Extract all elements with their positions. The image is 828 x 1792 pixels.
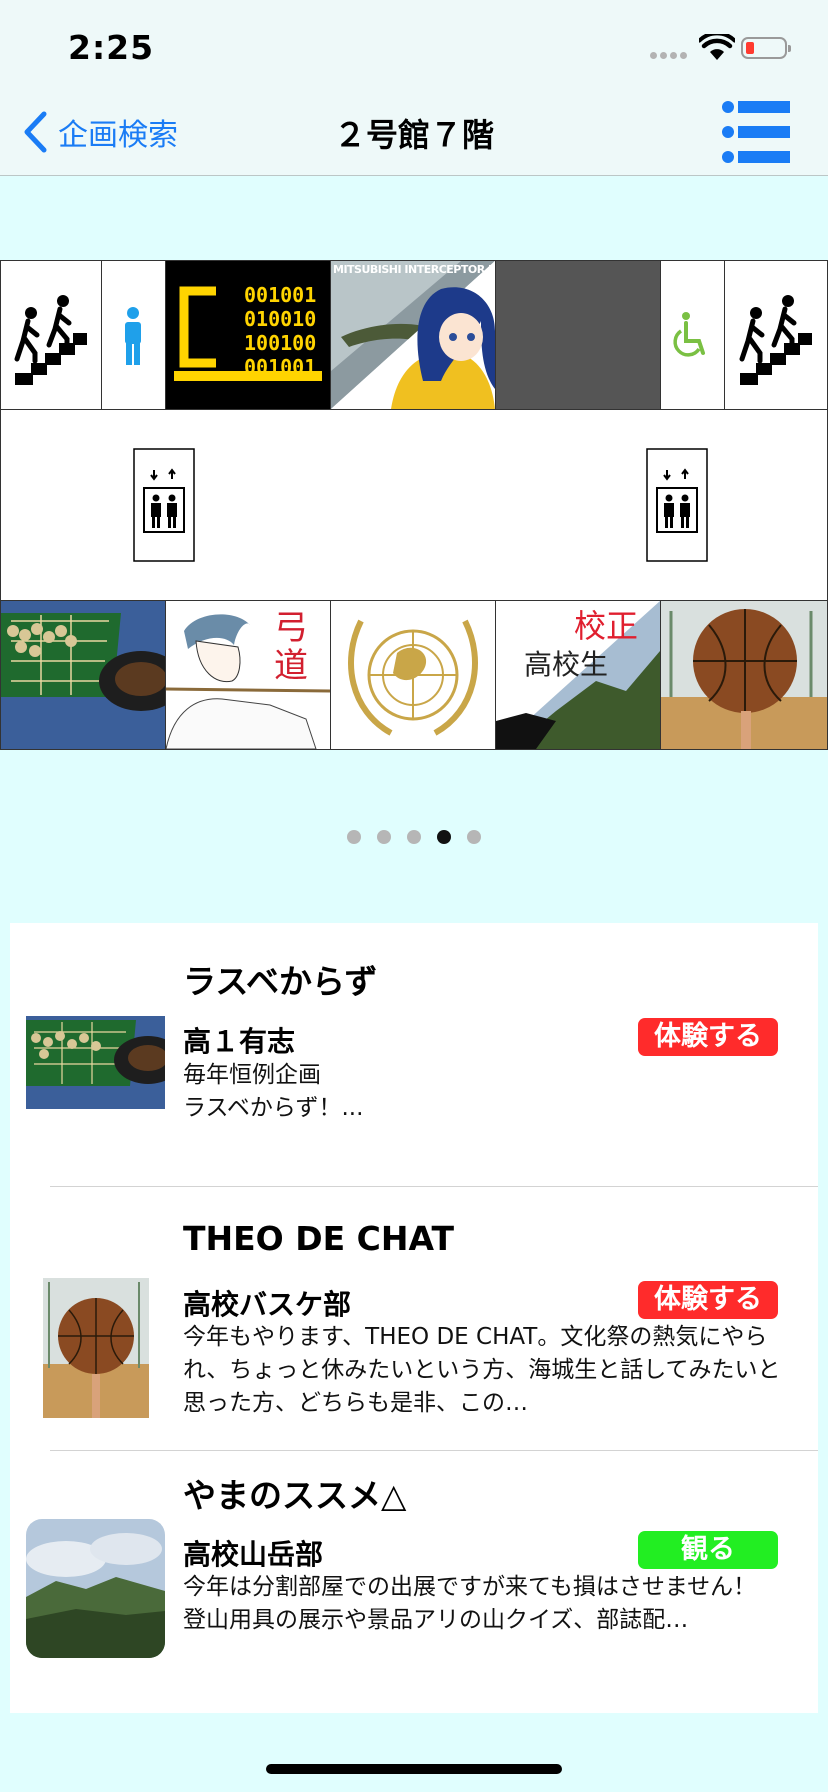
kousei-text: 校正 <box>574 607 639 645</box>
elevator-icon <box>646 448 708 562</box>
page-dot-active[interactable] <box>437 830 451 844</box>
event-thumbnail <box>43 1278 149 1418</box>
navigation-bar: 企画検索 ２号館７階 <box>0 88 828 176</box>
stairs-cell-left <box>0 260 102 410</box>
cellular-signal-icon <box>650 52 690 62</box>
restroom-cell <box>101 260 166 410</box>
stairs-icon <box>14 295 87 385</box>
list-item[interactable]: THEO DE CHAT 高校バスケ部 体験する 今年もやります、THEO DE… <box>10 1187 818 1449</box>
page-dot[interactable] <box>347 830 361 844</box>
poster-caption: MITSUBISHI INTERCEPTOR RAIDEN <box>333 263 496 276</box>
page-indicator[interactable] <box>0 830 828 850</box>
corridor <box>0 409 828 601</box>
accessible-restroom-cell <box>660 260 725 410</box>
event-thumbnail <box>26 1519 165 1658</box>
basketball-room-cell[interactable] <box>660 600 828 750</box>
event-organizer: 高１有志 <box>183 1025 296 1058</box>
stairs-icon <box>739 295 812 385</box>
battery-icon <box>741 37 791 59</box>
floor-map: 001001 010010 100100 001001 MITSUBISHI I… <box>0 260 828 750</box>
elevator-icon <box>133 448 195 562</box>
casino-room-cell[interactable] <box>0 600 166 750</box>
home-indicator[interactable] <box>266 1764 562 1774</box>
binary-text: 010010 <box>244 307 317 331</box>
basketball-thumbnail-image <box>43 1278 149 1418</box>
event-description: 今年もやります、THEO DE CHAT。文化祭の熱気にやられ、ちょっと休みたい… <box>183 1324 781 1416</box>
event-title: THEO DE CHAT <box>183 1219 454 1258</box>
stairs-cell-right <box>724 260 828 410</box>
list-menu-icon[interactable] <box>722 101 790 163</box>
event-list: ラスベからず 高１有志 体験する 毎年恒例企画 ラスベからず！... THEO … <box>10 923 818 1713</box>
un-emblem-icon <box>348 619 478 736</box>
event-organizer: 高校山岳部 <box>183 1538 324 1571</box>
watch-badge: 観る <box>638 1531 778 1569</box>
un-room-cell[interactable] <box>330 600 496 750</box>
kyudo-room-cell[interactable]: 弓 道 <box>165 600 331 750</box>
event-title: ラスベからず <box>183 962 378 1001</box>
mountain-kousei-cell[interactable]: 校正 高校生 <box>495 600 661 750</box>
binary-text: 001001 <box>244 355 317 379</box>
event-title: やまのススメ△ <box>183 1476 407 1515</box>
event-thumbnail <box>26 1016 165 1109</box>
list-item[interactable]: ラスベからず 高１有志 体験する 毎年恒例企画 ラスベからず！... <box>10 923 818 1185</box>
experience-badge: 体験する <box>638 1281 778 1319</box>
binary-text: 100100 <box>244 331 317 355</box>
computer-room-cell[interactable]: 001001 010010 100100 001001 <box>165 260 331 410</box>
wheelchair-icon <box>673 312 705 357</box>
page-title: ２号館７階 <box>333 116 494 154</box>
kyudo-text: 道 <box>274 646 308 686</box>
kyudo-text: 弓 <box>274 608 308 648</box>
event-organizer: 高校バスケ部 <box>183 1288 352 1321</box>
kousei-subtext: 高校生 <box>524 648 609 681</box>
experience-badge: 体験する <box>638 1018 778 1056</box>
status-time: 2:25 <box>68 28 155 67</box>
status-bar: 2:25 <box>0 0 828 88</box>
binary-text: 001001 <box>244 283 317 307</box>
dark-room-cell <box>495 260 661 410</box>
male-restroom-icon <box>125 307 141 365</box>
wifi-icon <box>699 34 735 60</box>
roulette-image <box>1 601 165 749</box>
event-description: 今年は分割部屋での出展ですが来ても損はさせません！ 登山用具の展示や景品アリの山… <box>183 1574 757 1633</box>
anime-poster-image <box>331 261 495 409</box>
basketball-image <box>661 601 827 749</box>
list-item[interactable]: やまのススメ△ 高校山岳部 観る 今年は分割部屋での出展ですが来ても損はさせませ… <box>10 1451 818 1713</box>
anime-room-cell[interactable]: MITSUBISHI INTERCEPTOR RAIDEN <box>330 260 496 410</box>
roulette-thumbnail-image <box>26 1016 165 1109</box>
page-dot[interactable] <box>407 830 421 844</box>
mountain-thumbnail-image <box>26 1519 165 1658</box>
event-description: 毎年恒例企画 ラスベからず！... <box>183 1062 364 1121</box>
page-dot[interactable] <box>377 830 391 844</box>
page-dot[interactable] <box>467 830 481 844</box>
